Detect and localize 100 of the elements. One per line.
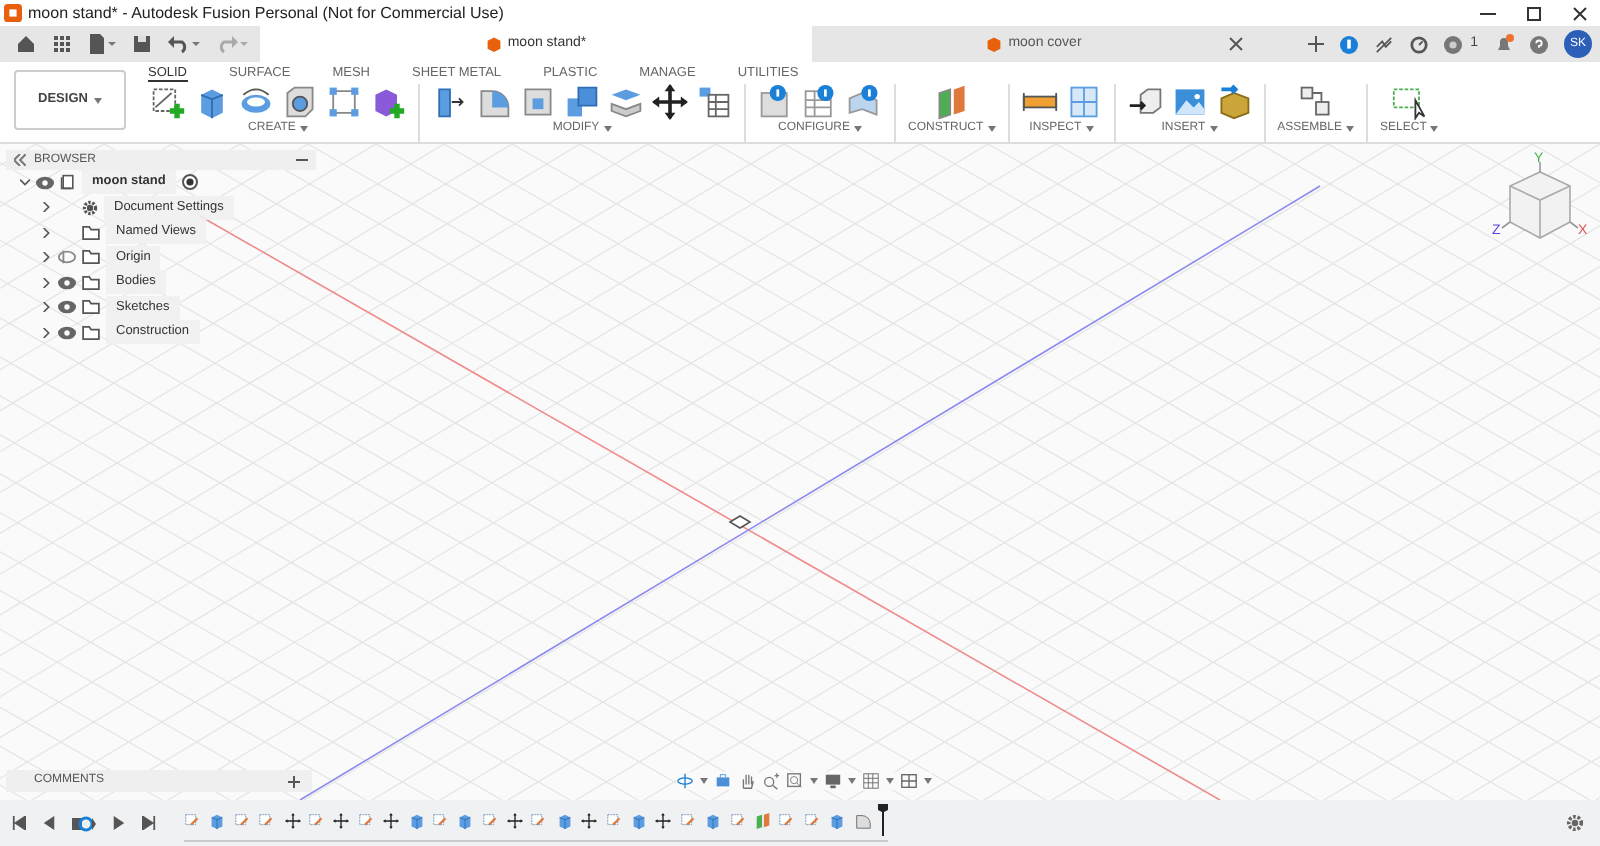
move-feature-icon[interactable]: [506, 811, 525, 829]
chevron-icon[interactable]: [20, 177, 30, 188]
plane-icon[interactable]: [933, 84, 970, 120]
sketch-feature-icon[interactable]: [729, 811, 748, 829]
help-icon[interactable]: [1530, 35, 1548, 53]
apps-grid-icon[interactable]: [52, 34, 72, 54]
extrude-feature-icon[interactable]: [828, 811, 847, 829]
wave-icon[interactable]: [1374, 35, 1395, 53]
configure-theme-icon[interactable]: [846, 84, 882, 120]
caret-icon: [848, 778, 856, 784]
cube-icon: [485, 36, 502, 52]
chevron-icon[interactable]: [42, 327, 52, 338]
component-icon: [60, 174, 76, 191]
viewports-icon[interactable]: [900, 772, 918, 790]
hole-icon[interactable]: [282, 84, 318, 120]
display-icon[interactable]: [824, 772, 842, 790]
configure-icon[interactable]: [758, 84, 794, 120]
eye-icon[interactable]: [58, 300, 76, 315]
sketch-feature-icon[interactable]: [258, 811, 277, 829]
settings-icon[interactable]: [1566, 814, 1584, 832]
collapse-icon[interactable]: [14, 154, 26, 166]
sketch-feature-icon[interactable]: [803, 811, 822, 829]
cube-plus-icon[interactable]: [370, 84, 406, 120]
sketch-feature-icon[interactable]: [605, 811, 624, 829]
insert-icon[interactable]: [1127, 84, 1164, 120]
move-feature-icon[interactable]: [332, 811, 351, 829]
sketch-feature-icon[interactable]: [679, 811, 698, 829]
save-icon[interactable]: [132, 34, 152, 54]
caret-icon: [886, 778, 894, 784]
move-feature-icon[interactable]: [283, 811, 302, 829]
caret-icon: [700, 778, 708, 784]
fit-icon[interactable]: [786, 772, 804, 790]
gear-icon: [82, 199, 98, 216]
last-icon[interactable]: [142, 816, 156, 830]
grid-icon[interactable]: [862, 772, 880, 790]
move-feature-icon[interactable]: [654, 811, 673, 829]
sketch-feature-icon[interactable]: [357, 811, 376, 829]
timeline-marker-icon[interactable]: [877, 804, 888, 836]
home-icon[interactable]: [16, 34, 36, 54]
first-icon[interactable]: [12, 816, 26, 830]
active-radio-icon[interactable]: [181, 174, 198, 191]
table-icon[interactable]: [696, 84, 732, 120]
zoom-icon[interactable]: [762, 772, 780, 790]
pattern-icon[interactable]: [326, 84, 362, 120]
minimize-icon[interactable]: [296, 154, 308, 166]
hand-icon[interactable]: [738, 772, 756, 790]
next-icon[interactable]: [112, 816, 126, 830]
extrude-feature-icon[interactable]: [555, 811, 574, 829]
shell-icon[interactable]: [520, 84, 556, 120]
hidden-eye-icon[interactable]: [58, 250, 76, 265]
caret-icon: [1209, 126, 1218, 132]
extrude-feature-icon[interactable]: [630, 811, 649, 829]
chevron-icon[interactable]: [42, 202, 52, 213]
plane-feature-icon[interactable]: [753, 811, 772, 829]
sketch-plus-icon[interactable]: [150, 84, 186, 120]
caret-icon: [810, 778, 818, 784]
chevron-icon[interactable]: [42, 227, 52, 238]
extrude-feature-icon[interactable]: [208, 811, 227, 829]
file-icon[interactable]: [88, 34, 116, 54]
chevron-icon[interactable]: [42, 252, 52, 263]
press-pull-icon[interactable]: [432, 84, 468, 120]
clock-icon[interactable]: [1410, 35, 1429, 53]
eye-icon[interactable]: [58, 275, 76, 290]
sketch-feature-icon[interactable]: [481, 811, 500, 829]
bell-icon[interactable]: [1494, 34, 1514, 54]
orbit-icon[interactable]: [676, 772, 694, 790]
previous-icon[interactable]: [42, 816, 56, 830]
chevron-icon[interactable]: [42, 277, 52, 288]
mesh-box-icon[interactable]: [1215, 84, 1252, 120]
sketch-feature-icon[interactable]: [184, 811, 202, 829]
select-icon[interactable]: [1391, 84, 1428, 120]
extrude-feature-icon[interactable]: [407, 811, 426, 829]
origin-icon: [728, 515, 752, 529]
caret-icon: [987, 126, 996, 132]
job-status-icon[interactable]: [1444, 35, 1463, 53]
joint-icon[interactable]: [1297, 84, 1334, 120]
tab-close-icon[interactable]: [1228, 36, 1244, 52]
extrude-feature-icon[interactable]: [704, 811, 723, 829]
caret-icon: [1085, 126, 1094, 132]
undo-icon[interactable]: [168, 34, 200, 54]
sketch-feature-icon[interactable]: [431, 811, 450, 829]
play-icon[interactable]: [72, 815, 96, 831]
configure-table-icon[interactable]: [802, 84, 838, 120]
chevron-icon[interactable]: [42, 302, 52, 313]
caret-icon: [854, 126, 862, 132]
caret-icon: [1346, 126, 1355, 132]
move-icon[interactable]: [652, 84, 688, 120]
eye-icon[interactable]: [58, 325, 76, 340]
eye-icon[interactable]: [36, 175, 54, 190]
sketch-feature-icon[interactable]: [233, 811, 252, 829]
plus-icon[interactable]: [288, 775, 300, 787]
move-feature-icon[interactable]: [580, 811, 599, 829]
move-feature-icon[interactable]: [382, 811, 401, 829]
caret-icon: [299, 126, 308, 132]
sketch-feature-icon[interactable]: [778, 811, 797, 829]
caret-icon: [924, 778, 932, 784]
plus-icon[interactable]: [1308, 36, 1325, 52]
combine-icon[interactable]: [564, 84, 600, 120]
extrude-feature-icon[interactable]: [456, 811, 475, 829]
caret-icon: [93, 97, 102, 103]
